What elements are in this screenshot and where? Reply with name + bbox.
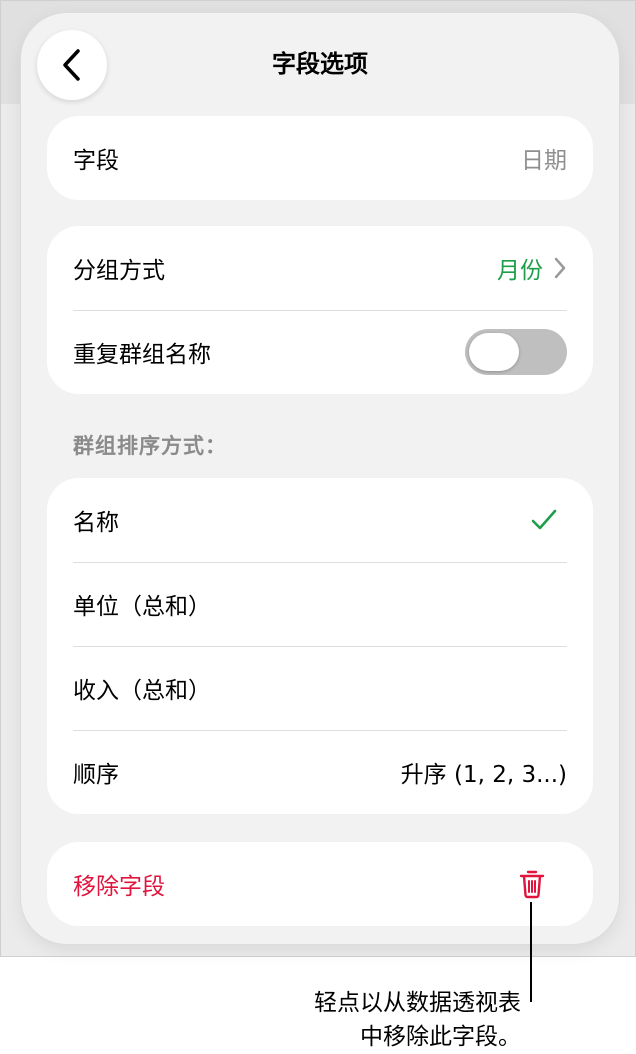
field-value: 日期 xyxy=(521,148,567,174)
sort-section-header: 群组排序方式： xyxy=(73,434,227,458)
repeat-group-names-row: 重复群组名称 xyxy=(47,310,593,394)
callout-line-2: 中移除此字段。 xyxy=(360,1024,521,1050)
grouping-card: 分组方式 月份 重复群组名称 xyxy=(47,226,593,394)
field-label: 字段 xyxy=(73,148,119,174)
group-by-row[interactable]: 分组方式 月份 xyxy=(47,226,593,310)
page-title: 字段选项 xyxy=(272,50,368,78)
field-options-sheet: 字段选项 字段 日期 分组方式 月份 重复群组名称 群组排序方式： 名称 单位（… xyxy=(21,13,619,944)
chevron-right-icon xyxy=(553,256,567,280)
repeat-group-names-toggle[interactable] xyxy=(465,329,567,375)
sort-option-label: 收入（总和） xyxy=(73,678,211,704)
field-row: 字段 日期 xyxy=(47,116,593,200)
sort-option-label: 名称 xyxy=(73,510,119,536)
callout-line-1: 轻点以从数据透视表 xyxy=(314,990,521,1016)
trash-icon xyxy=(519,870,545,899)
sort-card: 名称 单位（总和） 收入（总和） 顺序 升序 (1, 2, 3...) xyxy=(47,478,593,814)
sort-option-label: 单位（总和） xyxy=(73,594,211,620)
sort-order-row[interactable]: 顺序 升序 (1, 2, 3...) xyxy=(47,730,593,814)
callout-leader-line xyxy=(530,902,532,1002)
repeat-group-names-label: 重复群组名称 xyxy=(73,342,211,368)
checkmark-icon xyxy=(531,509,557,530)
remove-field-label: 移除字段 xyxy=(73,874,165,900)
callout-text: 轻点以从数据透视表 中移除此字段。 xyxy=(256,986,521,1054)
sort-order-label: 顺序 xyxy=(73,762,119,788)
group-by-value: 月份 xyxy=(497,258,543,284)
remove-field-card: 移除字段 xyxy=(47,842,593,926)
sort-option-name[interactable]: 名称 xyxy=(47,478,593,562)
remove-field-button[interactable]: 移除字段 xyxy=(47,842,593,926)
group-by-label: 分组方式 xyxy=(73,258,165,284)
toggle-knob xyxy=(469,333,519,371)
field-card: 字段 日期 xyxy=(47,116,593,200)
sort-option-revenue[interactable]: 收入（总和） xyxy=(47,646,593,730)
sort-option-units[interactable]: 单位（总和） xyxy=(47,562,593,646)
sort-order-value: 升序 (1, 2, 3...) xyxy=(400,762,567,788)
